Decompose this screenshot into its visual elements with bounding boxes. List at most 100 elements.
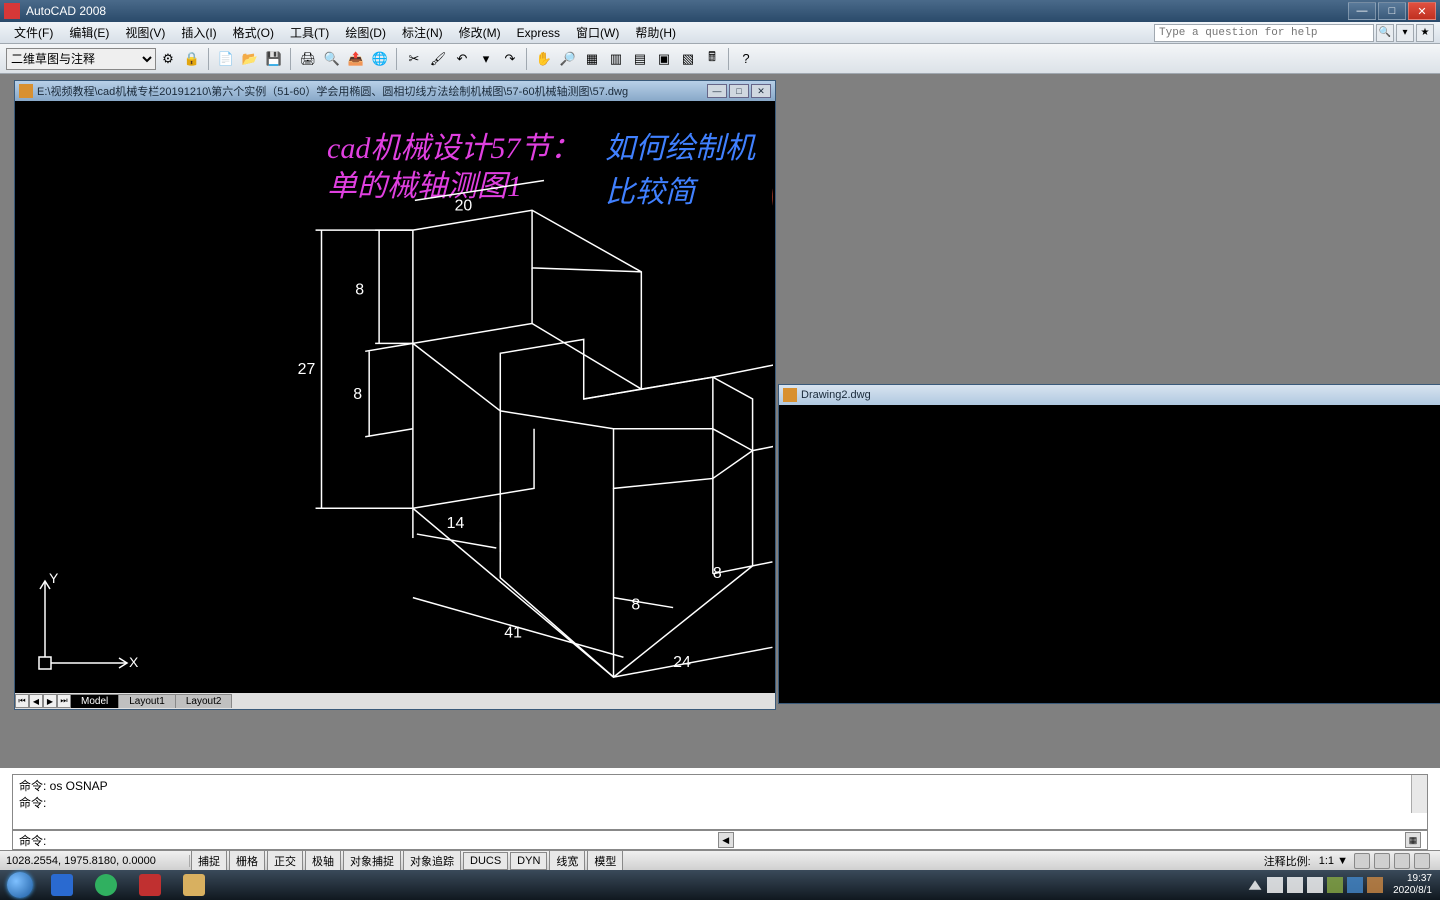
toggle-model[interactable]: 模型 (587, 850, 623, 872)
tray-app-icon[interactable] (1327, 877, 1343, 893)
close-button[interactable]: ✕ (1408, 2, 1436, 20)
taskbar-app-autocad[interactable] (130, 871, 170, 899)
quickcalc-icon[interactable]: 🖩 (701, 48, 723, 70)
ucs-icon: X Y (29, 569, 139, 679)
drawing1-maximize-button[interactable]: □ (729, 84, 749, 98)
command-menu-icon[interactable]: ◀ (718, 832, 734, 848)
command-history[interactable]: 命令: os OSNAP 命令: (12, 774, 1428, 830)
toggle-polar[interactable]: 极轴 (305, 850, 341, 872)
markup-icon[interactable]: ▧ (677, 48, 699, 70)
tab-prev-icon[interactable]: ◀ (29, 694, 43, 708)
toggle-lwt[interactable]: 线宽 (549, 850, 585, 872)
status-bar: 1028.2554, 1975.8180, 0.0000 捕捉 栅格 正交 极轴… (0, 850, 1440, 870)
workspace-settings-icon[interactable]: ⚙ (157, 48, 179, 70)
taskbar-app-explorer[interactable] (174, 871, 214, 899)
cut-icon[interactable]: ✂ (403, 48, 425, 70)
3dprint-icon[interactable]: 🌐 (369, 48, 391, 70)
drawing1-titlebar[interactable]: E:\视频教程\cad机械专栏20191210\第六个实例（51-60）学会用椭… (15, 81, 775, 101)
tab-last-icon[interactable]: ⏭ (57, 694, 71, 708)
menu-file[interactable]: 文件(F) (6, 22, 61, 43)
undo-dropdown-icon[interactable]: ▾ (475, 48, 497, 70)
print-icon[interactable]: 🖨 (297, 48, 319, 70)
command-recent-icon[interactable]: ▦ (1405, 832, 1421, 848)
menu-draw[interactable]: 绘图(D) (337, 22, 394, 43)
maximize-button[interactable]: □ (1378, 2, 1406, 20)
undo-icon[interactable]: ↶ (451, 48, 473, 70)
toggle-otrack[interactable]: 对象追踪 (403, 850, 461, 872)
pan-icon[interactable]: ✋ (533, 48, 555, 70)
drawing1-tabs: ⏮ ◀ ▶ ⏭ Model Layout1 Layout2 (15, 693, 775, 709)
standard-toolbar: 二维草图与注释 ⚙ 🔒 📄 📂 💾 🖨 🔍 📤 🌐 ✂ 🖌 ↶ ▾ ↷ ✋ 🔎 … (0, 44, 1440, 74)
comm-center-icon[interactable]: ▾ (1396, 24, 1414, 42)
tray-volume-icon[interactable] (1307, 877, 1323, 893)
command-input[interactable]: 命令: ◀ ▦ (12, 830, 1428, 850)
toggle-ducs[interactable]: DUCS (463, 852, 508, 870)
zoom-icon[interactable]: 🔎 (557, 48, 579, 70)
menu-modify[interactable]: 修改(M) (451, 22, 509, 43)
annoscale-value[interactable]: 1:1 ▼ (1319, 855, 1348, 867)
toggle-dyn[interactable]: DYN (510, 852, 547, 870)
command-line-2: 命令: (19, 794, 1421, 811)
menu-help[interactable]: 帮助(H) (627, 22, 684, 43)
system-tray: 19:37 2020/8/1 (1245, 873, 1440, 897)
dwg-icon (783, 388, 797, 402)
search-icon[interactable]: 🔍 (1376, 24, 1394, 42)
annovisibility-icon[interactable] (1354, 853, 1370, 869)
drawing1-minimize-button[interactable]: — (707, 84, 727, 98)
toggle-snap[interactable]: 捕捉 (191, 850, 227, 872)
drawing1-canvas[interactable]: cad机械设计57节： 如何绘制机比较简 单的械轴测图1 ↖ (17, 101, 773, 693)
properties-icon[interactable]: ▤ (629, 48, 651, 70)
svg-text:8: 8 (355, 282, 364, 299)
publish-icon[interactable]: 📤 (345, 48, 367, 70)
new-icon[interactable]: 📄 (215, 48, 237, 70)
menu-window[interactable]: 窗口(W) (568, 22, 627, 43)
tab-first-icon[interactable]: ⏮ (15, 694, 29, 708)
ssm-icon[interactable]: ▦ (581, 48, 603, 70)
match-prop-icon[interactable]: 🖌 (427, 48, 449, 70)
tray-clock[interactable]: 19:37 2020/8/1 (1393, 873, 1432, 897)
save-icon[interactable]: 💾 (263, 48, 285, 70)
taskbar-app-1[interactable] (42, 871, 82, 899)
workspace-select[interactable]: 二维草图与注释 (6, 48, 156, 70)
menu-express[interactable]: Express (509, 24, 568, 42)
drawing1-close-button[interactable]: ✕ (751, 84, 771, 98)
tab-layout1[interactable]: Layout1 (118, 694, 176, 708)
menu-edit[interactable]: 编辑(E) (61, 22, 117, 43)
workspace-lock-icon[interactable]: 🔒 (181, 48, 203, 70)
tab-layout2[interactable]: Layout2 (175, 694, 233, 708)
minimize-button[interactable]: — (1348, 2, 1376, 20)
tab-model[interactable]: Model (70, 694, 119, 708)
drawing2-titlebar[interactable]: Drawing2.dwg (779, 385, 1440, 405)
command-scrollbar[interactable] (1411, 775, 1427, 813)
open-icon[interactable]: 📂 (239, 48, 261, 70)
menu-insert[interactable]: 插入(I) (173, 22, 224, 43)
tray-network-icon[interactable] (1287, 877, 1303, 893)
menu-format[interactable]: 格式(O) (225, 22, 282, 43)
taskbar-app-2[interactable] (86, 871, 126, 899)
tray-flag-icon[interactable] (1267, 877, 1283, 893)
menu-dimension[interactable]: 标注(N) (394, 22, 451, 43)
autoscale-icon[interactable] (1374, 853, 1390, 869)
svg-text:20: 20 (455, 197, 473, 214)
drawing2-canvas[interactable] (779, 405, 1440, 703)
toggle-ortho[interactable]: 正交 (267, 850, 303, 872)
tool-palettes-icon[interactable]: ▥ (605, 48, 627, 70)
help-search-input[interactable] (1154, 24, 1374, 42)
plot-preview-icon[interactable]: 🔍 (321, 48, 343, 70)
tray-app3-icon[interactable] (1367, 877, 1383, 893)
lock-ui-icon[interactable] (1394, 853, 1410, 869)
coordinate-display[interactable]: 1028.2554, 1975.8180, 0.0000 (0, 855, 190, 867)
tray-up-icon[interactable] (1247, 877, 1263, 893)
menu-view[interactable]: 视图(V) (117, 22, 173, 43)
menu-tools[interactable]: 工具(T) (282, 22, 337, 43)
toggle-grid[interactable]: 栅格 (229, 850, 265, 872)
redo-icon[interactable]: ↷ (499, 48, 521, 70)
toggle-osnap[interactable]: 对象捕捉 (343, 850, 401, 872)
start-button[interactable] (0, 870, 40, 900)
dcc-icon[interactable]: ▣ (653, 48, 675, 70)
tab-next-icon[interactable]: ▶ (43, 694, 57, 708)
tray-app2-icon[interactable] (1347, 877, 1363, 893)
favorites-icon[interactable]: ★ (1416, 24, 1434, 42)
help-icon[interactable]: ? (735, 48, 757, 70)
clean-screen-icon[interactable] (1414, 853, 1430, 869)
